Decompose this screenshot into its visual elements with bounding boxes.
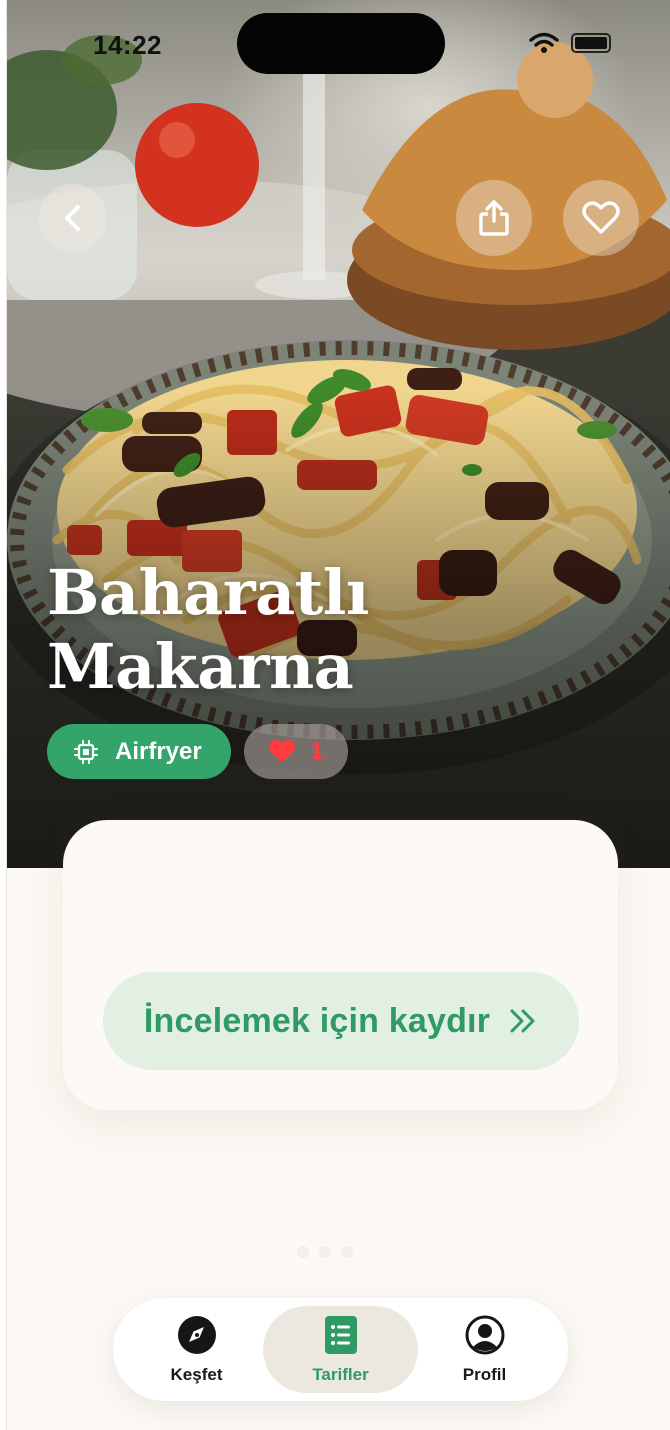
share-button[interactable]	[456, 180, 532, 256]
recipe-title-line-2: Makarna	[47, 630, 354, 703]
like-count: 1	[310, 737, 324, 765]
person-icon	[465, 1315, 504, 1354]
page-dot	[319, 1246, 331, 1258]
page-indicator	[297, 1246, 353, 1258]
tab-recipes[interactable]: Tarifler	[263, 1306, 418, 1393]
recipe-title-line-1: Baharatlı	[47, 556, 369, 629]
tab-recipes-label: Tarifler	[312, 1364, 369, 1384]
app-screen: 14:22 Baharatlı Makarna Airfryer 1 İncel…	[6, 0, 670, 1430]
appliance-tag-label: Airfryer	[115, 737, 202, 765]
heart-outline-icon	[582, 201, 620, 234]
compass-icon	[177, 1315, 216, 1354]
favorite-button[interactable]	[563, 180, 639, 256]
tab-explore-label: Keşfet	[170, 1364, 223, 1384]
recipe-list-icon	[324, 1315, 357, 1354]
bottom-tab-bar: Keşfet Tarifler Profil	[113, 1298, 568, 1401]
back-button[interactable]	[39, 184, 107, 252]
like-count-chip[interactable]: 1	[244, 724, 348, 779]
battery-icon	[571, 33, 611, 53]
tab-profile[interactable]: Profil	[407, 1306, 562, 1393]
status-time: 14:22	[93, 30, 162, 60]
page-dot	[341, 1246, 353, 1258]
page-dot	[297, 1246, 309, 1258]
tab-explore[interactable]: Keşfet	[119, 1306, 274, 1393]
chip-icon	[74, 739, 98, 764]
status-bar: 14:22	[7, 0, 670, 80]
heart-filled-icon	[268, 739, 296, 763]
dynamic-island	[237, 13, 445, 74]
share-icon	[479, 200, 509, 236]
appliance-tag[interactable]: Airfryer	[47, 724, 231, 779]
recipe-detail-card: İncelemek için kaydır	[63, 820, 618, 1110]
tab-profile-label: Profil	[462, 1364, 507, 1384]
wifi-icon	[529, 32, 559, 53]
double-chevron-right-icon	[510, 1009, 535, 1033]
recipe-hero-image: 14:22 Baharatlı Makarna Airfryer 1	[7, 0, 670, 868]
chevron-left-icon	[65, 205, 80, 231]
recipe-title: Baharatlı Makarna	[47, 556, 607, 704]
swipe-to-review-button[interactable]: İncelemek için kaydır	[103, 972, 579, 1070]
swipe-label: İncelemek için kaydır	[143, 1001, 491, 1040]
